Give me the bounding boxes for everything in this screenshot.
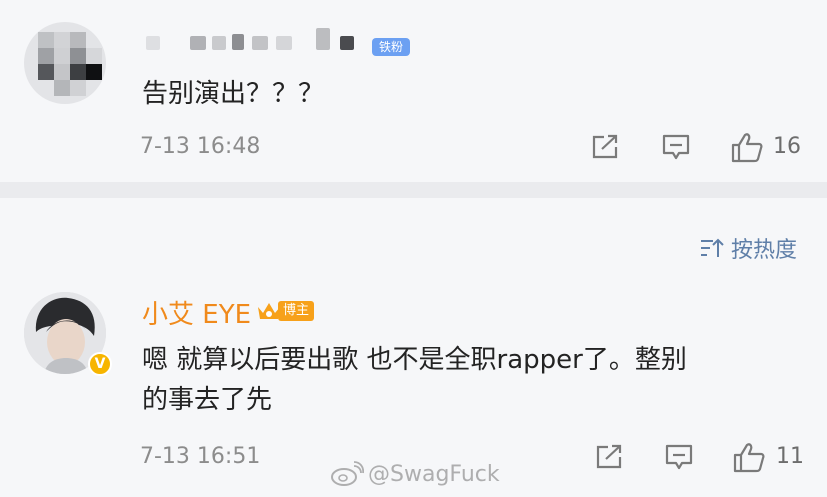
like-count: 11 (776, 444, 804, 469)
comment-time: 7-13 16:48 (140, 134, 261, 159)
comment-time: 7-13 16:51 (140, 444, 261, 469)
avatar[interactable] (24, 22, 106, 104)
username[interactable]: 小艾 EYE (142, 294, 251, 331)
like-count: 16 (773, 134, 801, 159)
share-icon[interactable] (594, 443, 624, 471)
comment-item: 铁粉 告别演出？？？ 7-13 16:48 16 (0, 0, 827, 182)
verified-badge: V (88, 352, 112, 376)
weibo-logo-icon (331, 461, 364, 486)
fan-badge: 铁粉 (372, 38, 410, 56)
comment-icon[interactable] (664, 443, 694, 471)
like-icon[interactable] (732, 441, 766, 473)
blogger-badge-label: 博主 (278, 301, 315, 321)
like-icon[interactable] (730, 131, 764, 163)
comment-text: 嗯 就算以后要出歌 也不是全职rapper了。整别 的事去了先 (142, 345, 687, 415)
divider (0, 182, 827, 198)
comment-text: 告别演出？？？ (142, 79, 325, 109)
watermark-text: @SwagFuck (368, 461, 500, 487)
watermark: @SwagFuck (330, 460, 500, 488)
share-icon[interactable] (590, 133, 620, 161)
blogger-badge: 博主 (256, 299, 315, 323)
comment-icon[interactable] (661, 133, 691, 161)
username-masked[interactable] (142, 28, 382, 54)
